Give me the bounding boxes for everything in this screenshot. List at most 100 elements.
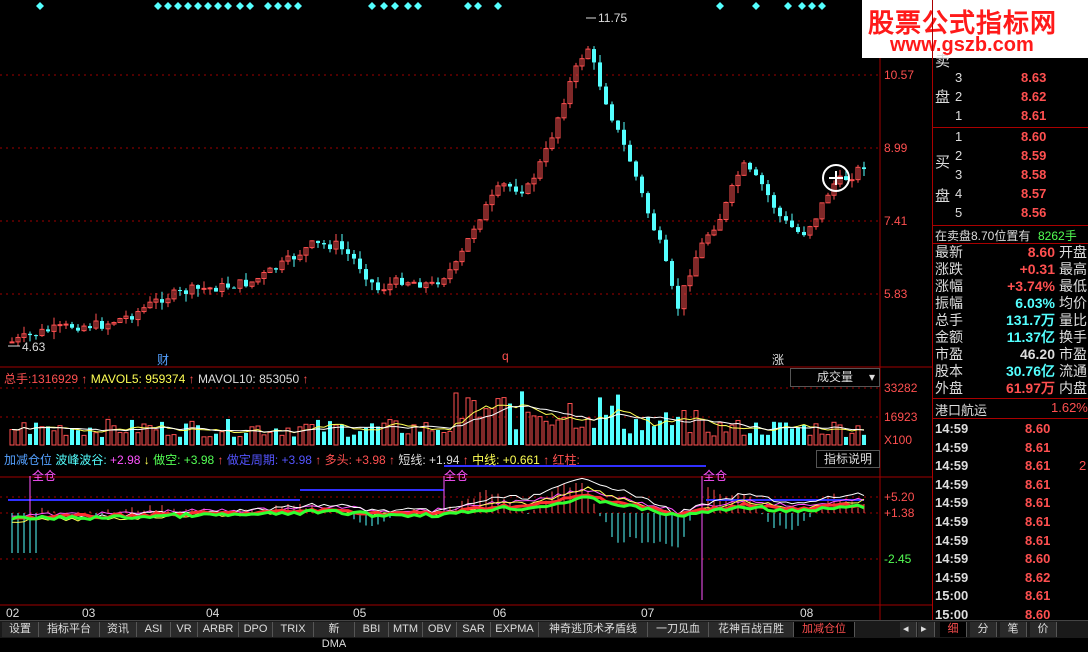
tick-row: 14:59 8.61 [933,476,1088,494]
volume-bar [699,418,705,446]
volume-bar [28,433,32,445]
detail-tab[interactable]: 分 [970,622,997,637]
stat-label: 总手 [935,312,963,328]
indicator-tab[interactable]: SAR [457,622,491,637]
stat-label-right: 内盘 [1059,380,1087,396]
buy-level-row[interactable]: 4 8.57 [933,185,1088,203]
stat-value: +0.31 [1019,261,1055,277]
high-price-label: 11.75 [598,11,628,25]
diamond-signal-icon [164,2,172,10]
volume-unit-label: X100 [884,433,913,447]
sell-level-row[interactable]: 2 8.62 [933,88,1088,106]
detail-tab[interactable]: 笔 [1000,622,1027,637]
candle-body [207,287,213,290]
diamond-signal-icon [214,2,222,10]
level-price: 8.63 [1021,70,1047,85]
candle-body [76,327,80,331]
volume-bar [592,427,596,445]
tick-row: 14:59 8.60 [933,420,1088,438]
candle-body [616,120,620,130]
indicator-tab[interactable]: 一刀见血 [648,622,709,637]
indicator-tab[interactable]: BBI [355,622,389,637]
stat-label: 涨跌 [935,261,963,277]
detail-tab[interactable]: 价 [1030,622,1057,637]
volume-bar [370,423,374,445]
indicator-tab[interactable]: 神奇逃顶术矛盾线 [539,622,648,637]
level-price: 8.60 [1021,129,1047,144]
volume-bar [489,408,495,446]
indicator-tab[interactable]: EXPMA [491,622,539,637]
event-mark-icon[interactable]: 涨 [772,351,784,368]
volume-bar [555,419,561,446]
full-position-mark: 全仓 [703,469,728,483]
sell-level-row[interactable]: 3 8.63 [933,69,1088,87]
volume-bar [477,416,483,446]
diamond-signal-icon [194,2,202,10]
volume-bar [514,429,518,445]
stat-value: 46.20 [1019,346,1055,362]
indicator-field-label: 做空: [153,453,181,467]
indicator-tab[interactable]: DPO [239,622,273,637]
scroll-right-icon[interactable]: ▸ [918,622,935,637]
volume-dropdown[interactable]: 成交量 ▾ [790,368,880,387]
indicator-tab[interactable]: ASI [137,622,171,637]
indicator-tab[interactable]: OBV [423,622,457,637]
date-axis-label: 08 [800,606,814,620]
volume-bar [766,434,770,445]
candle-body [57,324,63,327]
indicator-tab[interactable]: 设置 [2,622,39,637]
indicator-tab[interactable]: 加减仓位 [794,622,855,637]
volume-bar [520,391,524,445]
detail-tab[interactable]: 细 [940,622,967,637]
indicator-tab[interactable]: ARBR [198,622,239,637]
volume-axis-label: 33282 [884,381,918,395]
volume-bar [322,431,326,445]
volume-bar [447,430,453,446]
indicator-tab[interactable]: MTM [389,622,423,637]
volume-bar [862,434,866,445]
stat-label: 振幅 [935,295,963,311]
arrow-down-icon: ↓ [143,453,150,467]
buy-level-row[interactable]: 1 8.60 [933,128,1088,146]
buy-level-row[interactable]: 5 8.56 [933,204,1088,222]
main-chart[interactable] [0,0,932,620]
indicator-tab[interactable]: 新DMA [314,622,355,650]
date-axis-label: 04 [206,606,220,620]
volume-bar [831,421,837,446]
diamond-signal-icon [818,2,826,10]
volume-bar [508,403,512,445]
indicator-tab[interactable]: VR [171,622,198,637]
candle-body [46,329,50,332]
buy-level-row[interactable]: 3 8.58 [933,166,1088,184]
candle-body [802,231,806,236]
volume-bar [123,432,129,446]
volume-bar [796,427,800,445]
indicator-tab[interactable]: 资讯 [100,622,137,637]
diamond-signal-icon [464,2,472,10]
tick-price: 8.60 [1025,421,1051,436]
sector-name[interactable]: 港口航运 [935,400,987,419]
volume-bar [381,422,387,446]
diamond-signal-icon [236,2,244,10]
event-mark-icon[interactable]: 财 [157,351,169,368]
tick-row: 14:59 8.60 [933,550,1088,568]
event-mark-icon[interactable]: q [502,349,509,363]
indicator-tab[interactable]: TRIX [273,622,314,637]
volume-bar [364,427,368,445]
sell-level-row[interactable]: 1 8.61 [933,107,1088,125]
volume-bar [652,426,656,445]
candle-body [676,285,680,309]
candle-body [340,241,344,250]
scroll-left-icon[interactable]: ◂ [900,622,917,637]
volume-bar [178,436,182,445]
indicator-help-button[interactable]: 指标说明 [816,450,880,468]
indicator-tab[interactable]: 指标平台 [39,622,100,637]
tick-row: 14:59 8.61 [933,439,1088,457]
indicator-tab[interactable]: 花神百战百胜 [709,622,794,637]
volume-bar [261,434,267,446]
candle-body [646,193,650,214]
volume-bar [418,431,422,445]
buy-level-row[interactable]: 2 8.59 [933,147,1088,165]
volume-bar [741,434,747,446]
candle-body [778,207,782,217]
